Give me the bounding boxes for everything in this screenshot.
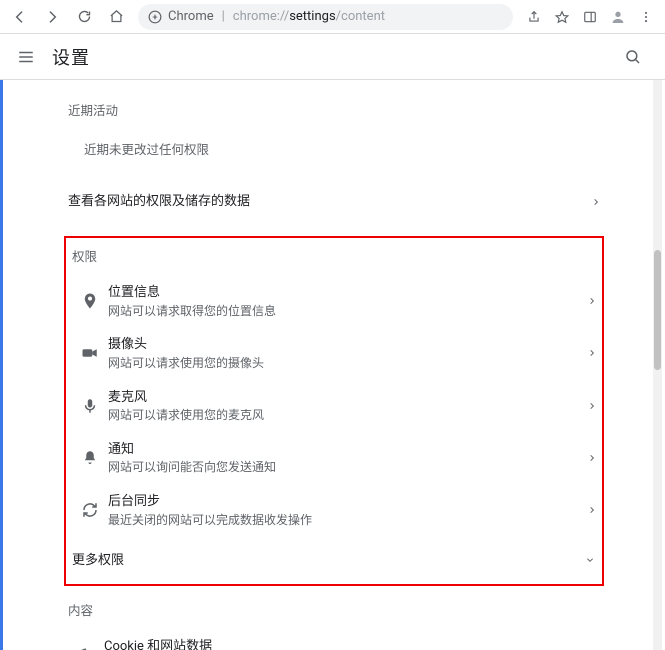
row-title: 麦克风 — [108, 388, 264, 408]
scrollbar-thumb[interactable] — [654, 250, 661, 370]
settings-header: 设置 — [0, 34, 665, 80]
section-content-heading: 内容 — [64, 586, 604, 629]
reload-button[interactable] — [70, 3, 98, 31]
section-recent-heading: 近期活动 — [64, 86, 604, 129]
page-title: 设置 — [52, 44, 90, 70]
row-title: 后台同步 — [108, 492, 312, 512]
chevron-right-icon — [588, 295, 596, 307]
section-permissions-heading: 权限 — [68, 242, 600, 275]
search-button[interactable] — [619, 43, 647, 71]
location-icon — [72, 292, 108, 310]
row-sub: 网站可以请求使用您的摄像头 — [108, 355, 264, 372]
row-sub: 网站可以请求取得您的位置信息 — [108, 303, 276, 320]
chevron-down-icon — [584, 556, 596, 564]
chevron-right-icon — [588, 347, 596, 359]
forward-button[interactable] — [38, 3, 66, 31]
chevron-right-icon — [592, 196, 600, 208]
row-title: 位置信息 — [108, 283, 276, 303]
chevron-right-icon — [588, 400, 596, 412]
camera-icon — [72, 344, 108, 362]
back-button[interactable] — [6, 3, 34, 31]
site-info-icon[interactable] — [148, 10, 162, 24]
permission-row-camera[interactable]: 摄像头 网站可以请求使用您的摄像头 — [68, 327, 600, 379]
row-sub: 最近关闭的网站可以完成数据收发操作 — [108, 512, 312, 529]
row-label: 更多权限 — [72, 551, 124, 571]
row-label: 查看各网站的权限及储存的数据 — [68, 192, 250, 212]
share-button[interactable] — [521, 3, 547, 31]
row-title: 通知 — [108, 440, 276, 460]
row-title: 摄像头 — [108, 335, 264, 355]
view-all-sites-row[interactable]: 查看各网站的权限及储存的数据 — [64, 178, 604, 226]
bell-icon — [72, 449, 108, 467]
menu-button[interactable] — [12, 43, 40, 71]
permission-row-background-sync[interactable]: 后台同步 最近关闭的网站可以完成数据收发操作 — [68, 484, 600, 536]
recent-empty-text: 近期未更改过任何权限 — [64, 129, 604, 178]
home-button[interactable] — [102, 3, 130, 31]
kebab-menu[interactable] — [633, 3, 659, 31]
bookmark-button[interactable] — [549, 3, 575, 31]
chevron-right-icon — [588, 452, 596, 464]
permission-row-notifications[interactable]: 通知 网站可以询问能否向您发送通知 — [68, 432, 600, 484]
permission-row-microphone[interactable]: 麦克风 网站可以请求使用您的麦克风 — [68, 380, 600, 432]
profile-button[interactable] — [605, 3, 631, 31]
row-sub: 网站可以请求使用您的麦克风 — [108, 407, 264, 424]
row-sub: 网站可以询问能否向您发送通知 — [108, 459, 276, 476]
permissions-highlight: 权限 位置信息 网站可以请求取得您的位置信息 摄像头 网站可以请求使用您的摄像头 — [64, 236, 604, 586]
cookie-icon — [68, 647, 104, 650]
microphone-icon — [72, 397, 108, 415]
more-permissions-row[interactable]: 更多权限 — [68, 536, 600, 584]
omnibox-separator: | — [222, 9, 225, 24]
side-panel-button[interactable] — [577, 3, 603, 31]
url-display: chrome://settings/content — [233, 9, 385, 24]
browser-toolbar: Chrome | chrome://settings/content — [0, 0, 665, 34]
content-area: 近期活动 近期未更改过任何权限 查看各网站的权限及储存的数据 权限 — [0, 80, 665, 650]
permission-row-location[interactable]: 位置信息 网站可以请求取得您的位置信息 — [68, 275, 600, 327]
chevron-right-icon — [588, 504, 596, 516]
content-row-cookies[interactable]: Cookie 和网站数据 已阻止第三方 Cookie — [64, 629, 604, 650]
row-title: Cookie 和网站数据 — [104, 637, 216, 650]
site-chip: Chrome — [168, 9, 214, 24]
sync-icon — [72, 501, 108, 519]
omnibox[interactable]: Chrome | chrome://settings/content — [138, 4, 513, 30]
